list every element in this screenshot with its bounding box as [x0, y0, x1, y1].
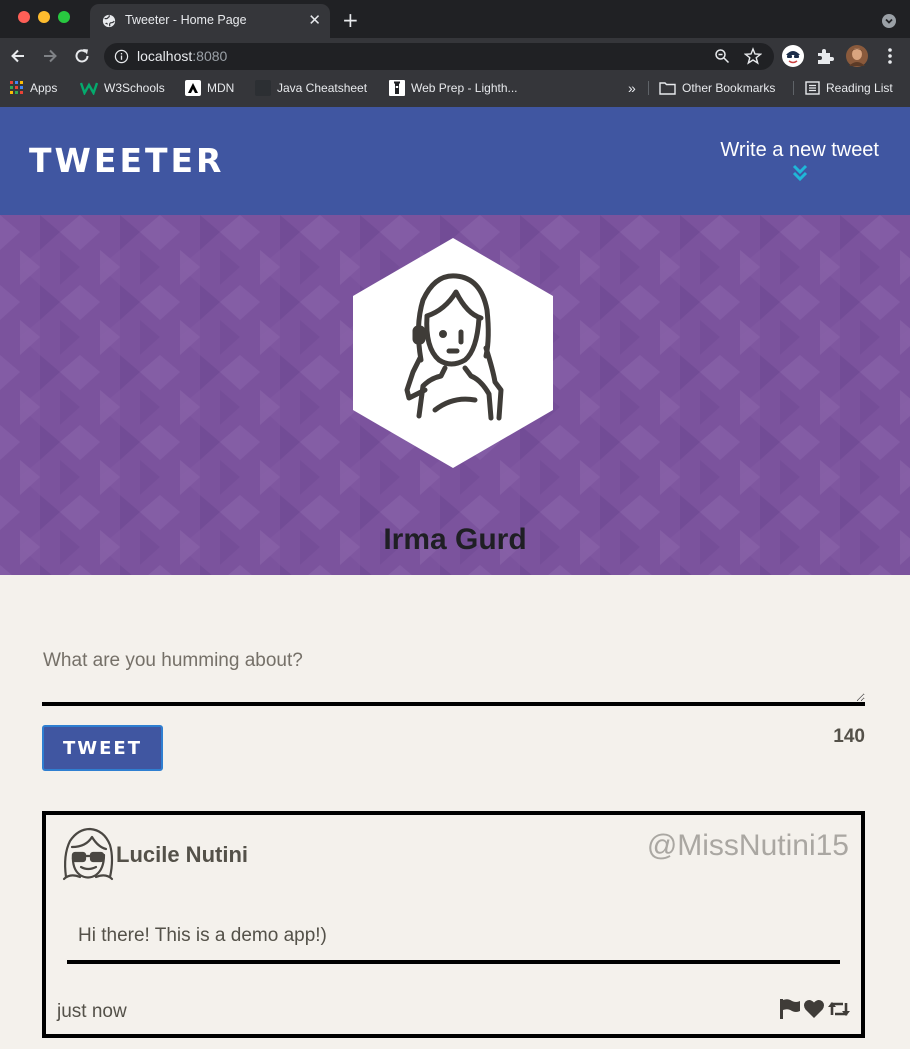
double-chevron-down-icon[interactable] — [792, 164, 808, 182]
reload-icon[interactable] — [72, 46, 92, 66]
browser-tab[interactable]: Tweeter - Home Page ✕ — [90, 4, 330, 38]
url-text: localhost:8080 — [137, 48, 228, 64]
profile-name: Irma Gurd — [383, 523, 527, 556]
flag-icon[interactable] — [779, 998, 801, 1020]
brand-logo[interactable]: TWEETER — [29, 141, 224, 180]
tweet-author-handle: @MissNutini15 — [646, 829, 849, 862]
bookmark-label: Java Cheatsheet — [277, 81, 368, 95]
reading-list-icon — [805, 81, 820, 95]
profile-avatar — [353, 238, 553, 468]
back-arrow-icon[interactable] — [8, 46, 28, 66]
character-counter: 140 — [833, 726, 865, 747]
tweet-timestamp: just now — [57, 1001, 127, 1022]
maximize-window-button[interactable] — [58, 11, 70, 23]
write-new-tweet-link[interactable]: Write a new tweet — [720, 139, 879, 182]
forward-arrow-icon[interactable] — [40, 46, 60, 66]
lighthouse-icon — [389, 80, 405, 96]
bookmarks-divider — [793, 81, 794, 95]
heart-icon[interactable] — [803, 998, 825, 1020]
tab-search-icon[interactable] — [882, 14, 896, 28]
minimize-window-button[interactable] — [38, 11, 50, 23]
mdn-icon — [185, 80, 201, 96]
zoom-icon[interactable] — [714, 48, 730, 64]
browser-toolbar: localhost:8080 — [0, 38, 910, 74]
extension-spy-icon[interactable] — [781, 44, 805, 68]
bookmark-w3schools[interactable]: W3Schools — [80, 80, 165, 96]
kebab-menu-icon[interactable] — [878, 44, 902, 68]
profile-header: Irma Gurd — [0, 215, 910, 575]
profile-avatar-icon[interactable] — [845, 44, 869, 68]
bookmarks-divider — [648, 81, 649, 95]
tweet-text: Hi there! This is a demo app!) — [67, 925, 840, 964]
bookmark-java-cheatsheet[interactable]: Java Cheatsheet — [255, 80, 367, 96]
bookmark-label: Reading List — [826, 81, 893, 95]
retweet-icon[interactable] — [827, 998, 851, 1020]
bookmark-web-prep[interactable]: Web Prep - Lighth... — [389, 80, 518, 96]
new-tweet-form: TWEET 140 — [42, 640, 865, 771]
bookmark-apps[interactable]: Apps — [10, 80, 57, 96]
bookmark-label: W3Schools — [104, 81, 165, 95]
browser-titlebar: Tweeter - Home Page ✕ + — [0, 0, 910, 38]
tab-close-icon[interactable]: ✕ — [308, 10, 321, 30]
bookmark-reading-list[interactable]: Reading List — [805, 80, 893, 96]
tweet-avatar — [62, 827, 114, 881]
tweet-card: Lucile Nutini @MissNutini15 Hi there! Th… — [42, 811, 865, 1038]
bookmarks-overflow-button[interactable]: » — [628, 80, 636, 96]
address-bar[interactable]: localhost:8080 — [104, 43, 774, 70]
tweet-author-name: Lucile Nutini — [116, 842, 248, 867]
bookmarks-bar: Apps W3Schools MDN Java Cheatsheet Web P… — [0, 74, 910, 102]
close-window-button[interactable] — [18, 11, 30, 23]
write-new-tweet-label: Write a new tweet — [720, 139, 879, 161]
apps-grid-icon — [10, 81, 23, 94]
tweet-textarea[interactable] — [42, 640, 865, 706]
tweet-actions — [779, 998, 851, 1020]
folder-icon — [659, 82, 676, 95]
bookmark-label: Other Bookmarks — [682, 81, 776, 95]
new-tab-button[interactable]: + — [342, 8, 359, 32]
java-cheatsheet-icon — [255, 80, 271, 96]
globe-icon — [102, 14, 116, 28]
extensions-puzzle-icon[interactable] — [813, 44, 837, 68]
bookmark-label: MDN — [207, 81, 235, 95]
bookmark-mdn[interactable]: MDN — [185, 80, 234, 96]
bookmark-label: Apps — [30, 81, 58, 95]
tab-title: Tweeter - Home Page — [125, 13, 247, 27]
bookmark-star-icon[interactable] — [744, 47, 762, 65]
info-icon[interactable] — [114, 49, 129, 64]
tweet-submit-button[interactable]: TWEET — [42, 725, 163, 771]
bookmark-other-bookmarks[interactable]: Other Bookmarks — [659, 80, 775, 96]
bookmark-label: Web Prep - Lighth... — [411, 81, 518, 95]
app-nav-bar: TWEETER Write a new tweet — [0, 107, 910, 215]
w3schools-icon — [80, 82, 98, 95]
